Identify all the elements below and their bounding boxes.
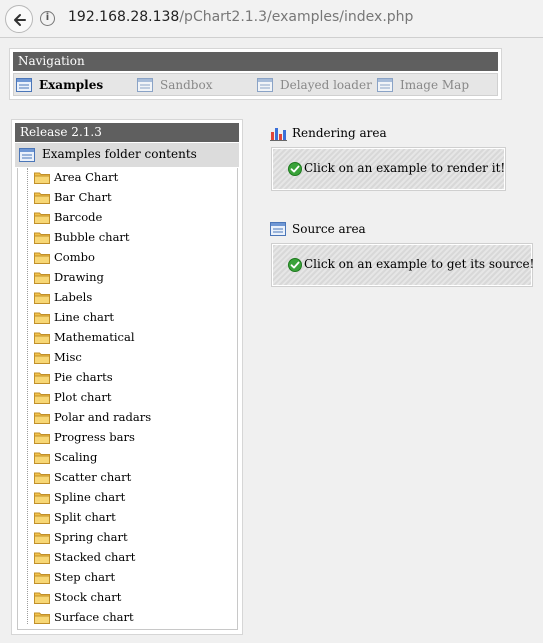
folder-icon	[34, 192, 50, 204]
rendering-message-box: Click on an example to render it!	[271, 147, 506, 191]
folder-icon	[34, 292, 50, 304]
window-icon	[137, 78, 153, 92]
source-message-box: Click on an example to get its source!	[271, 243, 535, 287]
navigation-bar: Examples Sandbox Delayed loader Image Ma…	[13, 73, 498, 96]
window-icon	[270, 222, 286, 236]
tree-guide-line	[27, 168, 28, 624]
url-host: 192.168.28.138	[68, 9, 180, 25]
folder-item-label: Drawing	[54, 270, 104, 284]
folder-icon	[34, 532, 50, 544]
check-circle-icon	[288, 258, 302, 272]
rendering-message: Click on an example to render it!	[304, 161, 506, 175]
window-icon	[16, 78, 32, 92]
folder-icon	[34, 572, 50, 584]
rendering-area-label: Rendering area	[292, 126, 387, 140]
folder-item-label: Stacked chart	[54, 550, 136, 564]
folder-tree-header-label: Examples folder contents	[42, 147, 197, 161]
folder-item-label: Bubble chart	[54, 230, 130, 244]
folder-item-label: Area Chart	[54, 170, 119, 184]
folder-icon	[34, 172, 50, 184]
release-title: Release 2.1.3	[15, 123, 239, 142]
rendering-area-title: Rendering area	[270, 126, 390, 142]
nav-item-label: Delayed loader	[280, 78, 372, 92]
navigation-title: Navigation	[13, 52, 498, 71]
folder-item-label: Combo	[54, 250, 95, 264]
url-path: /pChart2.1.3/examples/index.php	[179, 9, 414, 25]
browser-toolbar: i 192.168.28.138/pChart2.1.3/examples/in…	[0, 0, 543, 38]
folder-icon	[34, 332, 50, 344]
check-circle-icon	[288, 162, 302, 176]
folder-icon	[34, 492, 50, 504]
source-message: Click on an example to get its source!	[304, 257, 535, 271]
source-area-label: Source area	[292, 222, 366, 236]
back-button[interactable]	[5, 5, 33, 33]
folder-icon	[34, 552, 50, 564]
folder-icon	[34, 512, 50, 524]
nav-item-label: Examples	[39, 78, 104, 92]
folder-icon	[34, 392, 50, 404]
folder-item-label: Line chart	[54, 310, 115, 324]
window-icon	[377, 78, 393, 92]
folder-icon	[34, 592, 50, 604]
folder-item-label: Barcode	[54, 210, 103, 224]
folder-item-label: Surface chart	[54, 610, 134, 624]
folder-item-label: Spring chart	[54, 530, 128, 544]
folder-item-label: Mathematical	[54, 330, 135, 344]
window-icon	[19, 148, 35, 162]
folder-icon	[34, 232, 50, 244]
folder-item-label: Misc	[54, 350, 82, 364]
nav-item-label: Image Map	[400, 78, 469, 92]
folder-icon	[34, 432, 50, 444]
folder-item-label: Spline chart	[54, 490, 126, 504]
folder-icon	[34, 212, 50, 224]
folder-icon	[34, 472, 50, 484]
back-arrow-icon	[14, 14, 26, 26]
folder-tree-header[interactable]: Examples folder contents	[15, 143, 239, 167]
source-area-title: Source area	[270, 222, 390, 238]
folder-icon	[34, 372, 50, 384]
nav-item-label: Sandbox	[160, 78, 213, 92]
folder-item-label: Pie charts	[54, 370, 113, 384]
folder-item-label: Labels	[54, 290, 93, 304]
folder-item-label: Progress bars	[54, 430, 135, 444]
bar-chart-icon	[270, 128, 287, 141]
folder-icon	[34, 452, 50, 464]
folder-icon	[34, 252, 50, 264]
folder-item-label: Bar Chart	[54, 190, 112, 204]
release-panel: Release 2.1.3 Examples folder contents A…	[11, 119, 243, 635]
window-icon	[257, 78, 273, 92]
folder-item-label: Scaling	[54, 450, 98, 464]
folder-item-label: Plot chart	[54, 390, 112, 404]
navigation-panel: Navigation Examples Sandbox Delayed load…	[9, 48, 502, 100]
folder-item-label: Step chart	[54, 570, 116, 584]
folder-item-label: Scatter chart	[54, 470, 132, 484]
folder-item-label: Stock chart	[54, 590, 122, 604]
folder-icon	[34, 612, 50, 624]
folder-icon	[34, 312, 50, 324]
folder-icon	[34, 412, 50, 424]
info-icon[interactable]: i	[40, 11, 55, 26]
folder-item-label: Polar and radars	[54, 410, 152, 424]
folder-icon	[34, 272, 50, 284]
folder-list: Area Chart Bar Chart Barcode Bubble chart Co…	[17, 168, 238, 630]
folder-icon	[34, 352, 50, 364]
folder-item-label: Split chart	[54, 510, 116, 524]
address-bar[interactable]: 192.168.28.138/pChart2.1.3/examples/inde…	[68, 9, 413, 25]
